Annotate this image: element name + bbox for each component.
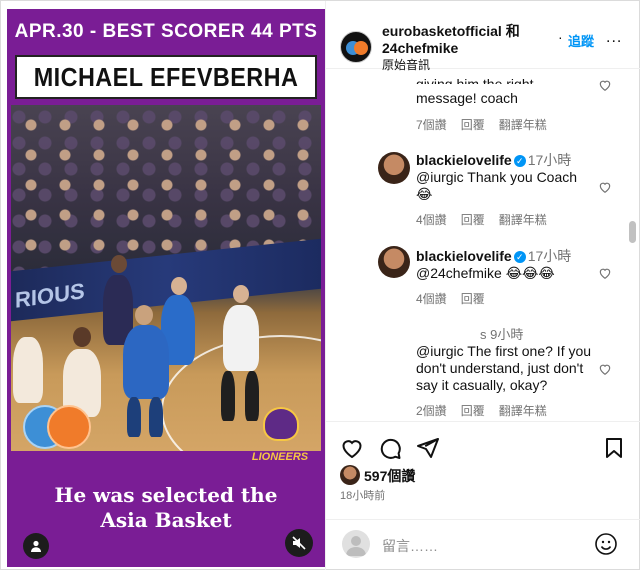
heart-icon[interactable] (598, 362, 612, 376)
comment-meta: 4個讚 回覆 (416, 290, 499, 307)
comment-header-partial: s 9小時 (480, 326, 523, 343)
comment-content: blackielovelife ✓ 17小時 @iurgic Thank you C… (416, 152, 606, 204)
emoji-icon[interactable] (594, 532, 618, 556)
more-options-button[interactable]: ... (606, 29, 622, 47)
reply-button[interactable]: 回覆 (461, 213, 485, 227)
comment-emoji: 😂😂😂 (505, 266, 555, 282)
heart-icon[interactable] (598, 78, 612, 92)
coauthor-username[interactable]: 24chefmike (382, 40, 458, 56)
player-head (111, 255, 127, 273)
translate-button[interactable]: 翻譯年糕 (499, 118, 547, 132)
commenter-avatar[interactable] (378, 246, 410, 278)
comment-text: message! coach (416, 90, 518, 106)
comment-username[interactable]: blackielovelife (416, 152, 512, 168)
translate-button[interactable]: 翻譯年糕 (499, 404, 547, 418)
media-caption: He was selected the Asia Basket (54, 483, 278, 532)
likes-count[interactable]: 597個讚 (364, 466, 415, 486)
comment-time: 17小時 (527, 248, 572, 264)
media-name-box: MICHAEL EFEVBERHA (15, 55, 317, 99)
player (223, 305, 259, 371)
player-head (171, 277, 187, 295)
user-icon (31, 540, 41, 552)
heart-icon[interactable] (598, 180, 612, 194)
comment-meta: 7個讚 回覆 翻譯年糕 (416, 116, 561, 133)
comment-emoji: 😂 (416, 187, 433, 203)
comment-text-partial: giving him the right (416, 76, 534, 84)
verified-badge-icon: ✓ (513, 155, 526, 168)
player-head (73, 327, 91, 347)
translate-button[interactable]: 翻譯年糕 (499, 213, 547, 227)
video-frame: RIOUS (11, 105, 321, 451)
muted-speaker-icon (292, 536, 306, 550)
player-leg (149, 397, 163, 437)
follow-button[interactable]: 追蹤 (568, 31, 594, 50)
lioneers-logo: LIONEERS (245, 407, 315, 463)
header-dot: · (558, 29, 563, 45)
comment-text: Thank you Coach (463, 169, 578, 185)
comment-meta: 2個讚 回覆 翻譯年糕 (416, 402, 561, 419)
reply-button[interactable]: 回覆 (461, 404, 485, 418)
comment-time: 9小時 (490, 327, 524, 342)
mention-link[interactable]: @iurgic (416, 343, 464, 359)
mention-link[interactable]: @24chefmike (416, 265, 502, 281)
player-head (135, 305, 153, 325)
player-leg (127, 397, 141, 437)
comment-likes[interactable]: 4個讚 (416, 213, 447, 227)
player (123, 325, 169, 399)
comments-scrollbar[interactable] (629, 221, 636, 243)
post-header: eurobasketofficial 和 24chefmike 原始音訊 · 追… (326, 1, 640, 72)
comment-username-partial[interactable]: s (480, 327, 487, 342)
comment-time: 17小時 (527, 152, 572, 168)
comment-meta: 4個讚 回覆 翻譯年糕 (416, 211, 561, 228)
comment-likes[interactable]: 2個讚 (416, 404, 447, 418)
player-head (233, 285, 249, 303)
player (13, 337, 43, 403)
player-leg (221, 371, 235, 421)
comments-list[interactable]: giving him the right message! coach 7個讚回… (326, 70, 640, 420)
reply-button[interactable]: 回覆 (461, 292, 485, 306)
account-username[interactable]: eurobasketofficial (382, 23, 502, 39)
mention-link[interactable]: @iurgic (416, 169, 464, 185)
header-accounts: eurobasketofficial 和 24chefmike (382, 23, 520, 57)
media-date-label: APR.30 - BEST SCORER 44 PTS (14, 21, 318, 42)
share-icon[interactable] (416, 436, 440, 460)
reply-button[interactable]: 回覆 (461, 118, 485, 132)
post-modal: APR.30 - BEST SCORER 44 PTS MICHAEL EFEV… (0, 0, 640, 570)
header-joiner: 和 (501, 23, 520, 39)
comment-icon[interactable] (378, 436, 402, 460)
current-user-avatar (342, 530, 370, 558)
comment-likes[interactable]: 4個讚 (416, 292, 447, 306)
post-media[interactable]: APR.30 - BEST SCORER 44 PTS MICHAEL EFEV… (7, 9, 325, 567)
comment-input[interactable]: 留言…… (382, 536, 438, 556)
verified-badge-icon: ✓ (513, 251, 526, 264)
post-time[interactable]: 18小時前 (340, 487, 385, 503)
liker-avatar[interactable] (340, 465, 360, 485)
account-avatar[interactable] (340, 31, 372, 63)
comment-content: blackielovelife ✓ 17小時 @24chefmike 😂😂😂 (416, 248, 606, 283)
comment-username[interactable]: blackielovelife (416, 248, 512, 264)
commenter-avatar[interactable] (378, 152, 410, 184)
comment-content: @iurgic The first one? If you don't unde… (416, 343, 600, 394)
media-player-name: MICHAEL EFEVBERHA (33, 61, 299, 92)
post-side-panel: eurobasketofficial 和 24chefmike 原始音訊 · 追… (325, 1, 640, 570)
add-comment-bar: 留言…… (326, 519, 640, 570)
heart-icon[interactable] (598, 266, 612, 280)
comment-likes[interactable]: 7個讚 (416, 118, 447, 132)
like-heart-icon[interactable] (340, 436, 364, 460)
bookmark-icon[interactable] (602, 436, 626, 460)
eurobasket-logo (23, 405, 93, 455)
mute-button[interactable] (285, 529, 313, 557)
tagged-users-button[interactable] (23, 533, 49, 559)
